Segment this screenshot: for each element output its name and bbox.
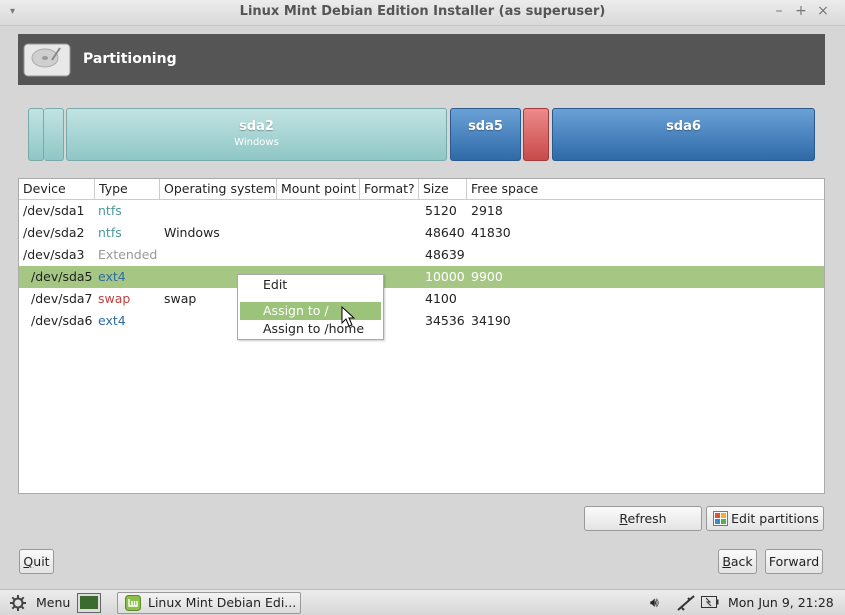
partition-name: sda2 xyxy=(239,119,274,134)
menu-item-assign-root[interactable]: Assign to / xyxy=(240,302,381,320)
table-row[interactable]: /dev/sda3 Extended 48639 xyxy=(19,244,824,266)
table-row[interactable]: /dev/sda1 ntfs 5120 2918 xyxy=(19,200,824,222)
cell-device: /dev/sda2 xyxy=(23,225,85,240)
partition-block-sda6[interactable]: sda6 xyxy=(552,108,815,161)
menu-button[interactable]: Menu xyxy=(36,593,70,613)
column-header-type[interactable]: Type xyxy=(95,179,160,200)
refresh-label: efresh xyxy=(627,511,667,526)
minimize-icon[interactable]: – xyxy=(770,3,788,19)
table-row-selected[interactable]: /dev/sda5 ext4 10000 9900 xyxy=(19,266,824,288)
header-banner: Partitioning xyxy=(18,34,825,85)
volume-icon[interactable]: 🔊︎ xyxy=(650,593,659,613)
close-icon[interactable]: × xyxy=(814,3,832,19)
quit-mnemonic: Q xyxy=(23,554,34,569)
column-header-os[interactable]: Operating system xyxy=(160,179,277,200)
refresh-button[interactable]: Refresh xyxy=(584,506,702,531)
column-header-mount[interactable]: Mount point xyxy=(277,179,360,200)
table-row[interactable]: /dev/sda7 swap swap 4100 xyxy=(19,288,824,310)
cell-type: ntfs xyxy=(98,203,122,218)
edit-partitions-label: Edit partitions xyxy=(731,511,819,526)
partition-name: sda6 xyxy=(666,119,701,134)
table-row[interactable]: /dev/sda6 ext4 34536 34190 xyxy=(19,310,824,332)
cell-device: /dev/sda1 xyxy=(23,203,85,218)
partition-editor-icon xyxy=(713,511,728,526)
window-title: Linux Mint Debian Edition Installer (as … xyxy=(239,4,606,19)
partition-block-sda1[interactable] xyxy=(28,108,44,161)
cell-free: 2918 xyxy=(471,203,503,218)
cell-device: /dev/sda7 xyxy=(31,291,93,306)
cell-size: 5120 xyxy=(425,203,457,218)
mouse-cursor-icon xyxy=(341,306,355,327)
cell-type: ext4 xyxy=(98,269,126,284)
table-row[interactable]: /dev/sda2 ntfs Windows 48640 41830 xyxy=(19,222,824,244)
quit-label: uit xyxy=(33,554,50,569)
column-header-device[interactable]: Device xyxy=(19,179,95,200)
table-header: Device Type Operating system Mount point… xyxy=(19,179,824,200)
back-mnemonic: B xyxy=(722,554,731,569)
cell-type: ext4 xyxy=(98,313,126,328)
quit-button[interactable]: Quit xyxy=(19,549,54,574)
clock[interactable]: Mon Jun 9, 21:28 xyxy=(728,593,834,613)
cell-free: 34190 xyxy=(471,313,511,328)
show-desktop-icon[interactable] xyxy=(77,593,101,613)
gear-icon[interactable] xyxy=(10,595,26,611)
taskbar-window-label: Linux Mint Debian Edi... xyxy=(148,595,297,610)
partition-block-sda1b[interactable] xyxy=(44,108,64,161)
cell-free: 9900 xyxy=(471,269,503,284)
cell-device: /dev/sda6 xyxy=(31,313,93,328)
cell-free: 41830 xyxy=(471,225,511,240)
partition-os: Windows xyxy=(234,137,279,148)
partition-table[interactable]: Device Type Operating system Mount point… xyxy=(18,178,825,494)
context-menu: Edit Assign to / Assign to /home xyxy=(237,274,384,340)
forward-label: Forward xyxy=(768,554,820,569)
partition-name: sda5 xyxy=(468,119,503,134)
cell-device: /dev/sda5 xyxy=(31,269,93,284)
refresh-mnemonic: R xyxy=(619,511,628,526)
page-title: Partitioning xyxy=(83,51,177,67)
cell-size: 48639 xyxy=(425,247,465,262)
cell-size: 34536 xyxy=(425,313,465,328)
column-header-format[interactable]: Format? xyxy=(360,179,419,200)
cell-os: swap xyxy=(164,291,197,306)
column-header-size[interactable]: Size xyxy=(419,179,467,200)
cell-type: Extended xyxy=(98,247,158,262)
taskbar-window-installer[interactable]: Linux Mint Debian Edi... xyxy=(117,592,301,614)
cell-device: /dev/sda3 xyxy=(23,247,85,262)
battery-icon[interactable] xyxy=(701,595,719,609)
menu-item-assign-home[interactable]: Assign to /home xyxy=(240,320,381,338)
maximize-icon[interactable]: + xyxy=(792,3,810,19)
menu-item-edit[interactable]: Edit xyxy=(240,276,381,294)
hard-disk-icon xyxy=(23,43,71,77)
cell-size: 4100 xyxy=(425,291,457,306)
back-button[interactable]: Back xyxy=(718,549,757,574)
cell-type: ntfs xyxy=(98,225,122,240)
edit-partitions-button[interactable]: Edit partitions xyxy=(706,506,824,531)
forward-button[interactable]: Forward xyxy=(765,549,823,574)
network-icon[interactable] xyxy=(676,594,696,612)
mint-logo-icon xyxy=(125,595,141,611)
cell-size: 10000 xyxy=(425,269,465,284)
partition-block-sda2[interactable]: sda2 Windows xyxy=(66,108,447,161)
window-titlebar: ▾ Linux Mint Debian Edition Installer (a… xyxy=(0,0,845,26)
cell-os: Windows xyxy=(164,225,220,240)
partition-block-sda7[interactable] xyxy=(523,108,549,161)
cell-size: 48640 xyxy=(425,225,465,240)
taskbar: Menu Linux Mint Debian Edi... 🔊︎ Mon Jun… xyxy=(0,589,845,615)
partition-block-sda5[interactable]: sda5 xyxy=(450,108,521,161)
cell-type: swap xyxy=(98,291,131,306)
column-header-free[interactable]: Free space xyxy=(467,179,824,200)
back-label: ack xyxy=(730,554,753,569)
